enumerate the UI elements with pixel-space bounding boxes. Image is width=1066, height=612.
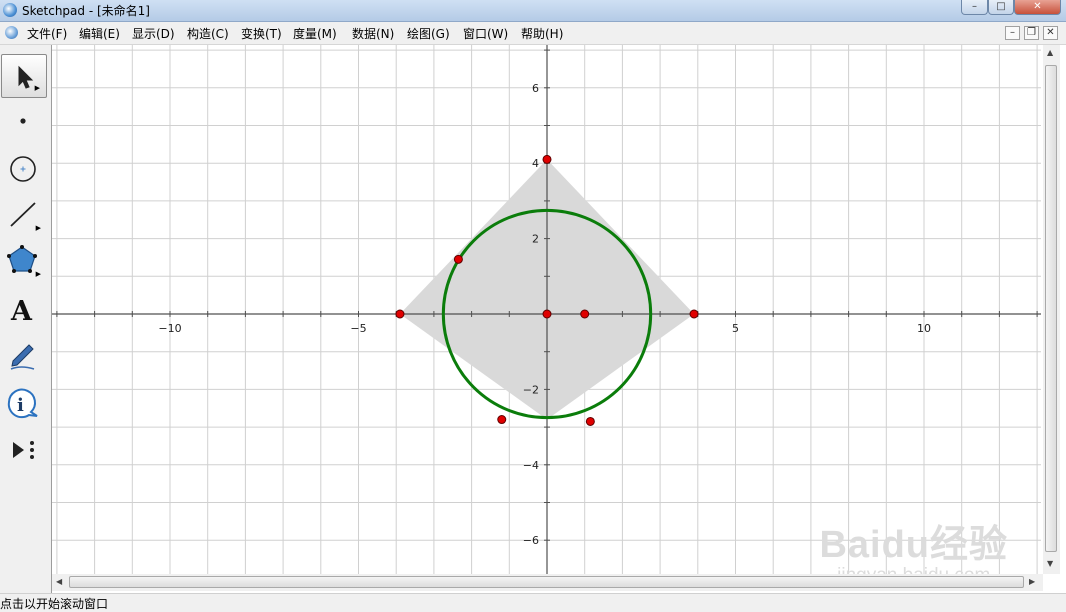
compass-tool[interactable] (1, 147, 47, 191)
y-tick-label: 6 (532, 82, 539, 95)
y-tick-label: −2 (523, 383, 539, 396)
scroll-down-icon[interactable]: ▼ (1047, 559, 1053, 568)
doc-minimize-button[interactable]: – (1005, 26, 1020, 40)
scroll-left-icon[interactable]: ◀ (56, 577, 62, 586)
document-icon[interactable] (5, 26, 18, 39)
menu-transform[interactable]: 变换(T) (241, 25, 282, 42)
watermark-logo: Baidu经验 (819, 524, 1008, 566)
maximize-button[interactable]: □ (988, 0, 1014, 15)
menu-construct[interactable]: 构造(C) (187, 25, 229, 42)
menu-edit[interactable]: 编辑(E) (79, 25, 120, 42)
sketch-canvas[interactable]: −10 −5 5 10 6 4 2 −2 −4 −6 (52, 45, 1041, 574)
status-text: 点击以开始滚动窗口 (0, 597, 109, 611)
x-tick-label: 10 (917, 322, 931, 335)
menu-graph[interactable]: 绘图(G) (407, 25, 450, 42)
y-tick-label: −4 (523, 459, 539, 472)
y-tick-label: −6 (523, 534, 539, 547)
menu-measure[interactable]: 度量(M) (293, 25, 337, 42)
menu-number[interactable]: 数据(N) (352, 25, 394, 42)
straightedge-tool[interactable]: ▶ (1, 193, 47, 237)
scroll-up-icon[interactable]: ▲ (1047, 48, 1053, 57)
submenu-arrow-icon: ▶ (35, 270, 41, 278)
svg-text:i: i (17, 395, 24, 416)
toolbox: ▶ ▶ ▶ A i (0, 45, 52, 593)
vertical-scroll-thumb[interactable] (1045, 65, 1057, 552)
sketchpad-app-icon[interactable] (3, 3, 17, 17)
polygon-tool[interactable]: ▶ (1, 239, 47, 283)
doc-close-button[interactable]: ✕ (1043, 26, 1058, 40)
info-bubble-icon: i (7, 388, 38, 419)
y-tick-label: 2 (532, 233, 539, 246)
y-tick-label: 4 (532, 157, 539, 170)
point-icon (20, 118, 26, 124)
coordinate-plane[interactable]: −10 −5 5 10 6 4 2 −2 −4 −6 (52, 45, 1041, 574)
submenu-arrow-icon: ▶ (34, 84, 40, 92)
x-tick-label: −10 (158, 322, 181, 335)
sketch-point[interactable] (585, 416, 595, 426)
scroll-right-icon[interactable]: ▶ (1029, 577, 1035, 586)
horizontal-scroll-thumb[interactable] (69, 576, 1024, 588)
point-tool[interactable] (1, 100, 47, 144)
submenu-arrow-icon: ▶ (35, 224, 41, 232)
text-tool[interactable]: A (1, 288, 47, 332)
vertical-scrollbar[interactable]: ▲ ▼ (1043, 45, 1060, 574)
sketch-point[interactable] (580, 309, 590, 319)
pen-marker-icon (10, 344, 35, 370)
status-bar: 点击以开始滚动窗口 (0, 593, 1066, 612)
svg-text:A: A (10, 296, 33, 327)
arrow-cursor-icon (18, 65, 34, 89)
sketch-point[interactable] (497, 415, 507, 425)
sketch-point[interactable] (542, 154, 552, 164)
doc-restore-button[interactable]: ❐ (1024, 26, 1039, 40)
arrow-select-tool[interactable]: ▶ (1, 54, 47, 98)
compass-circle-icon (10, 156, 36, 182)
x-tick-label: 5 (732, 322, 739, 335)
marker-tool[interactable] (1, 334, 47, 378)
sketch-point[interactable] (542, 309, 552, 319)
x-tick-label: −5 (350, 322, 366, 335)
menu-display[interactable]: 显示(D) (132, 25, 175, 42)
title-bar: Sketchpad - [未命名1] – □ ✕ (0, 0, 1066, 22)
custom-tools[interactable] (1, 428, 47, 472)
sketch-point[interactable] (395, 309, 405, 319)
menu-help[interactable]: 帮助(H) (521, 25, 563, 42)
text-a-icon: A (10, 296, 33, 327)
minimize-button[interactable]: – (961, 0, 988, 15)
close-button[interactable]: ✕ (1014, 0, 1061, 15)
menu-bar: 文件(F) 编辑(E) 显示(D) 构造(C) 变换(T) 度量(M) 数据(N… (0, 22, 1066, 45)
sketch-point[interactable] (689, 309, 699, 319)
window-title: Sketchpad - [未命名1] (22, 4, 150, 18)
menu-file[interactable]: 文件(F) (27, 25, 67, 42)
axes[interactable] (52, 45, 1041, 574)
play-more-icon (13, 441, 34, 459)
menu-window[interactable]: 窗口(W) (463, 25, 508, 42)
horizontal-scrollbar[interactable]: ◀ ▶ (52, 574, 1043, 591)
information-tool[interactable]: i (1, 382, 47, 426)
sketch-point[interactable] (453, 254, 463, 264)
